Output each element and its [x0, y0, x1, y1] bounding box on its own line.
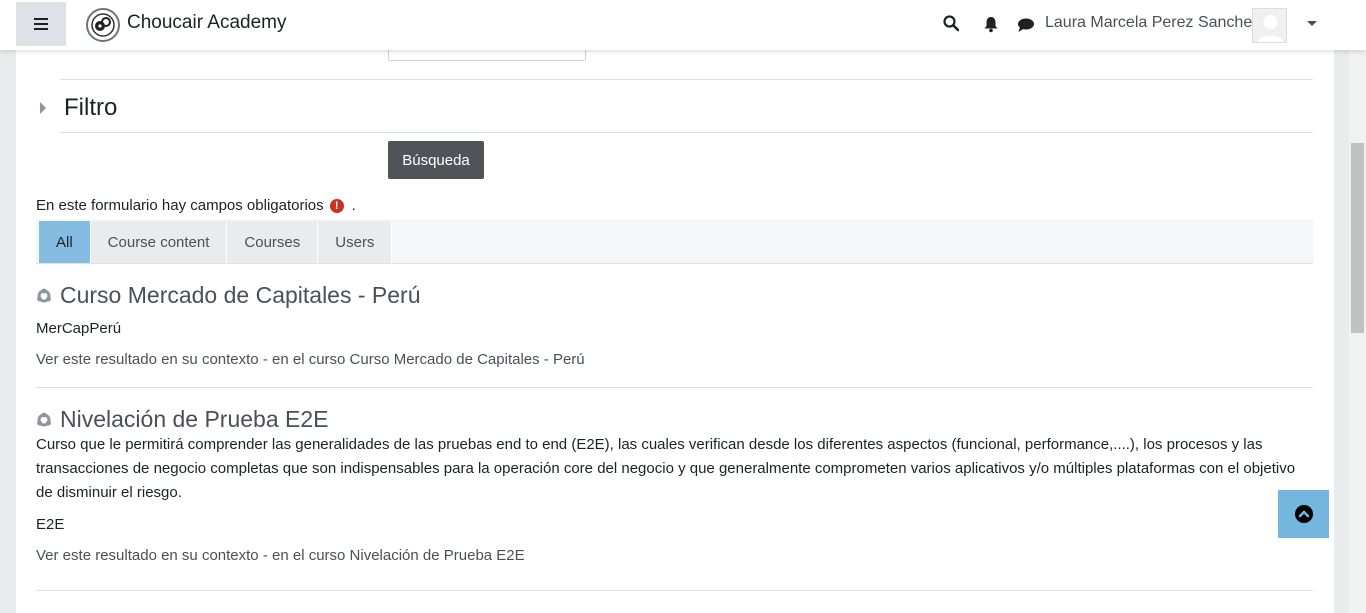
tab-label: Course content	[107, 233, 210, 251]
result-title[interactable]: Nivelación de Prueba E2E	[60, 406, 329, 433]
tab-label: Users	[335, 233, 375, 251]
scrollbar-thumb[interactable]	[1351, 143, 1364, 333]
tab-course-content[interactable]: Course content	[90, 221, 228, 263]
required-fields-note: En este formulario hay campos obligatori…	[36, 197, 356, 214]
filter-title: Filtro	[64, 94, 118, 121]
divider	[60, 79, 1313, 80]
bell-icon[interactable]	[983, 16, 999, 33]
result-title-row[interactable]: Nivelación de Prueba E2E	[36, 406, 1313, 433]
filter-toggle[interactable]: Filtro	[36, 92, 117, 124]
chevron-down-icon[interactable]	[1307, 21, 1317, 26]
logo-icon	[91, 13, 115, 37]
context-prefix: Ver este resultado en su contexto	[36, 547, 259, 564]
divider	[36, 387, 1313, 388]
user-placeholder-icon	[1253, 9, 1286, 42]
result-title[interactable]: Curso Mercado de Capitales - Perú	[60, 282, 421, 309]
search-button[interactable]: Búsqueda	[388, 141, 484, 179]
context-prefix: Ver este resultado en su contexto	[36, 351, 259, 368]
site-logo[interactable]	[86, 8, 120, 42]
result-context: Ver este resultado en su contexto - en e…	[36, 547, 525, 564]
search-result: Curso Mercado de Capitales - Perú MerCap…	[36, 282, 1313, 372]
context-link[interactable]: en el curso Nivelación de Prueba E2E	[272, 547, 525, 564]
site-name[interactable]: Choucair Academy	[127, 12, 286, 34]
divider	[60, 132, 1313, 133]
user-menu-name[interactable]: Laura Marcela Perez Sanchez	[1045, 14, 1260, 32]
page-content: Buscar curso Filtro Búsqueda En este for…	[16, 0, 1334, 613]
result-title-row[interactable]: Curso Mercado de Capitales - Perú	[36, 282, 1313, 309]
chat-icon[interactable]	[1017, 17, 1035, 33]
search-result: Nivelación de Prueba E2E Curso que le pe…	[36, 406, 1313, 568]
search-icon[interactable]	[943, 15, 959, 32]
result-short-name: E2E	[36, 516, 65, 533]
tab-label: All	[56, 233, 73, 251]
course-icon	[37, 288, 51, 302]
required-note-text: En este formulario hay campos obligatori…	[36, 197, 324, 214]
result-context: Ver este resultado en su contexto - en e…	[36, 351, 585, 368]
tab-users[interactable]: Users	[318, 221, 393, 263]
divider	[36, 590, 1313, 591]
exclamation-circle-icon: !	[329, 198, 344, 213]
back-to-top-button[interactable]	[1278, 490, 1329, 538]
tab-courses[interactable]: Courses	[227, 221, 319, 263]
result-description: Curso que le permitirá comprender las ge…	[36, 436, 1296, 501]
required-note-suffix: .	[351, 197, 356, 214]
search-area-tabs: All Course content Courses Users	[36, 219, 1313, 264]
course-icon	[37, 412, 51, 426]
context-link[interactable]: en el curso Curso Mercado de Capitales -…	[272, 351, 585, 368]
caret-right-icon	[40, 102, 46, 114]
avatar[interactable]	[1252, 8, 1287, 43]
top-navbar: Choucair Academy Laura Marcela Perez San…	[0, 0, 1366, 50]
result-short-name: MerCapPerú	[36, 320, 122, 337]
tab-all[interactable]: All	[39, 221, 91, 263]
vertical-scrollbar[interactable]	[1349, 0, 1366, 613]
arrow-up-icon	[1294, 505, 1313, 523]
menu-toggle-button[interactable]	[16, 2, 66, 46]
menu-icon	[34, 18, 48, 30]
tab-label: Courses	[244, 233, 301, 251]
